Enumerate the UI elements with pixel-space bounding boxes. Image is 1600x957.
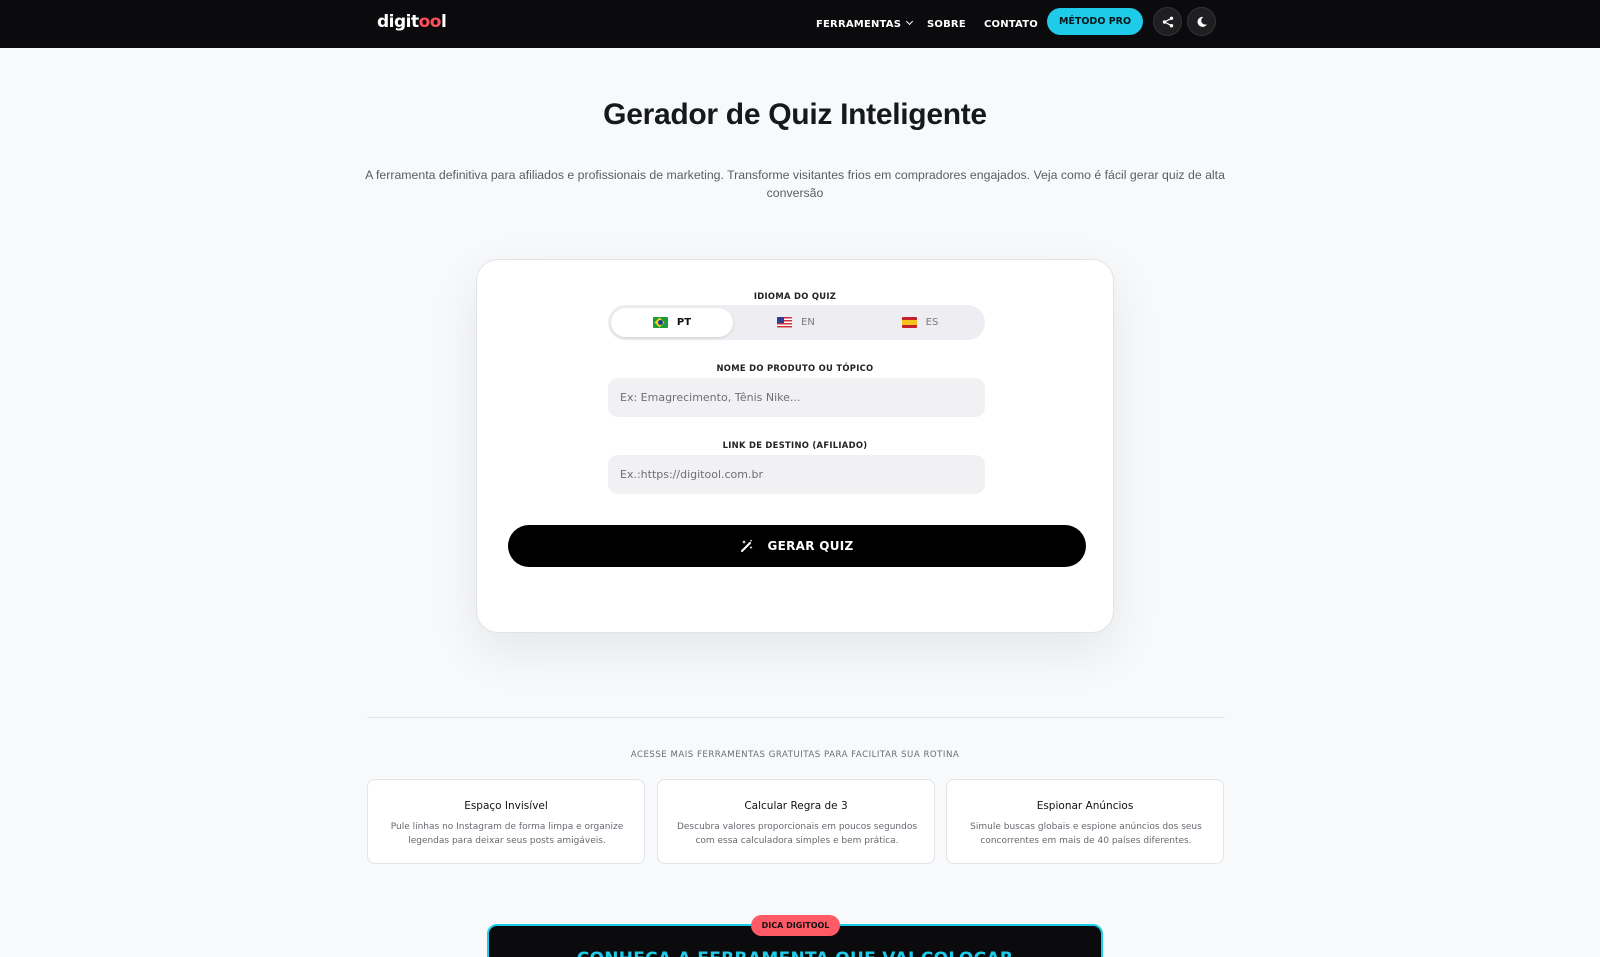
language-code: ES — [925, 317, 939, 328]
tool-description-line: com essa calculadora simples e bem práti… — [695, 836, 899, 846]
tool-description: Pule linhas no Instagram de forma limpa … — [386, 820, 628, 848]
language-code: EN — [801, 317, 815, 328]
nav-tools[interactable]: FERRAMENTAS — [816, 0, 914, 48]
language-option-es[interactable]: ES — [859, 308, 981, 337]
language-option-en[interactable]: EN — [735, 308, 857, 337]
language-option-pt[interactable]: PT — [611, 308, 733, 337]
tool-description: Descubra valores proporcionais em poucos… — [676, 820, 918, 848]
generate-quiz-button[interactable]: GERAR QUIZ — [508, 525, 1086, 567]
language-selector: PT EN ES — [608, 305, 985, 340]
tool-title: Espionar Anúncios — [1036, 800, 1134, 812]
nav-about-link[interactable]: SOBRE — [927, 19, 966, 30]
tool-description-line: legendas para deixar seus posts amigávei… — [408, 836, 606, 846]
product-label: NOME DO PRODUTO OU TÓPICO — [716, 363, 874, 373]
moon-icon — [1197, 16, 1207, 27]
tool-card-espaco-invisivel[interactable]: Espaço Invisível Pule linhas no Instagra… — [367, 779, 645, 864]
tool-title: Calcular Regra de 3 — [744, 800, 848, 812]
language-label: IDIOMA DO QUIZ — [753, 291, 837, 301]
tool-description-line: Pule linhas no Instagram de forma limpa … — [390, 822, 624, 832]
spain-flag-icon — [901, 317, 917, 328]
tool-card-espionar-anuncios[interactable]: Espionar Anúncios Simule buscas globais … — [946, 779, 1224, 864]
affiliate-link-input[interactable] — [608, 455, 985, 494]
page-title: Gerador de Quiz Inteligente — [603, 98, 987, 131]
chevron-down-icon — [906, 17, 914, 25]
tool-description-line: Simule buscas globais e espione anúncios… — [970, 822, 1202, 832]
language-code: PT — [676, 317, 692, 328]
tool-card-regra-de-3[interactable]: Calcular Regra de 3 Descubra valores pro… — [657, 779, 935, 864]
tool-description: Simule buscas globais e espione anúncios… — [965, 820, 1207, 848]
magic-wand-icon — [741, 539, 753, 552]
more-tools-heading: ACESSE MAIS FERRAMENTAS GRATUITAS PARA F… — [630, 750, 960, 760]
share-button[interactable] — [1153, 7, 1182, 36]
top-navbar: digitool FERRAMENTAS SOBRE CONTATO MÉTOD… — [0, 0, 1600, 48]
nav-contact-link[interactable]: CONTATO — [984, 19, 1038, 30]
usa-flag-icon — [777, 317, 793, 328]
section-divider — [367, 717, 1225, 718]
generate-quiz-label: GERAR QUIZ — [767, 539, 854, 553]
link-label: LINK DE DESTINO (AFILIADO) — [722, 440, 868, 450]
promo-title: CONHEÇA A FERRAMENTA QUE VAI COLOCAR — [489, 949, 1101, 957]
theme-toggle-button[interactable] — [1187, 7, 1216, 36]
tool-description-line: concorrentes em mais de 40 países difere… — [980, 836, 1192, 846]
product-name-input[interactable] — [608, 378, 985, 417]
share-icon — [1162, 16, 1173, 27]
tool-description-line: Descubra valores proporcionais em poucos… — [676, 822, 918, 832]
metodo-pro-button[interactable]: MÉTODO PRO — [1047, 8, 1143, 35]
digitool-logo[interactable]: digitool — [377, 12, 447, 32]
nav-tools-label: FERRAMENTAS — [816, 18, 902, 30]
promo-badge: DICA DIGITOOL — [751, 915, 840, 936]
brazil-flag-icon — [652, 317, 668, 328]
page-subtitle: A ferramenta definitiva para afiliados e… — [365, 168, 1225, 200]
tool-title: Espaço Invisível — [464, 800, 548, 812]
quiz-generator-card: IDIOMA DO QUIZ PT EN ES NOME DO PRODUTO … — [476, 259, 1114, 633]
